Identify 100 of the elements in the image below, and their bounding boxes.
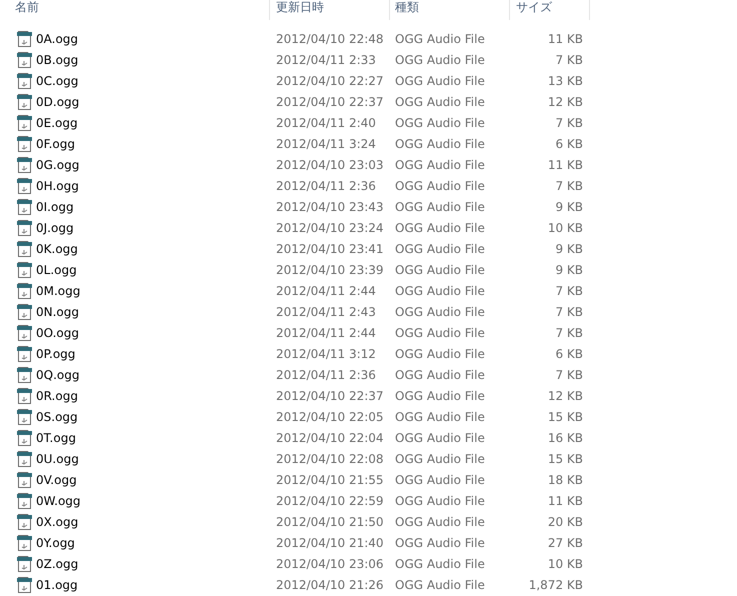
audio-file-icon	[16, 218, 33, 236]
modified-date: 2012/04/11 2:44	[275, 326, 377, 340]
modified-date: 2012/04/10 21:40	[275, 536, 385, 550]
file-name[interactable]: 0X.ogg	[36, 514, 78, 528]
file-size: 7 KB	[554, 284, 583, 298]
audio-file-icon	[16, 428, 33, 446]
audio-file-icon	[16, 512, 33, 530]
column-header[interactable]: サイズ	[510, 0, 590, 20]
file-size: 7 KB	[554, 368, 583, 382]
file-size: 12 KB	[546, 388, 583, 402]
audio-file-icon	[16, 576, 33, 594]
file-type: OGG Audio File	[394, 410, 486, 424]
file-size: 11 KB	[546, 158, 583, 172]
modified-date: 2012/04/11 2:33	[275, 52, 377, 66]
file-type: OGG Audio File	[394, 284, 486, 298]
file-name[interactable]: 0O.ogg	[36, 326, 79, 340]
file-type: OGG Audio File	[394, 52, 486, 66]
audio-file-icon	[16, 114, 33, 132]
file-name[interactable]: 0J.ogg	[36, 220, 74, 234]
audio-file-icon	[16, 176, 33, 194]
modified-date: 2012/04/10 22:59	[275, 494, 385, 508]
file-name[interactable]: 0G.ogg	[36, 158, 80, 172]
audio-file-icon	[16, 492, 33, 510]
file-name[interactable]: 0U.ogg	[36, 452, 79, 466]
file-name[interactable]: 0K.ogg	[36, 242, 78, 256]
audio-file-icon	[16, 366, 33, 384]
file-size: 6 KB	[554, 136, 583, 150]
file-size: 12 KB	[546, 94, 583, 108]
modified-date: 2012/04/10 23:41	[275, 242, 385, 256]
file-size: 9 KB	[554, 262, 583, 276]
file-size: 18 KB	[546, 472, 583, 486]
file-size: 9 KB	[554, 200, 583, 214]
modified-date: 2012/04/11 2:40	[275, 116, 377, 130]
file-type: OGG Audio File	[394, 220, 486, 234]
file-name[interactable]: 0N.ogg	[36, 304, 80, 318]
file-size: 15 KB	[546, 452, 583, 466]
file-name[interactable]: 0E.ogg	[36, 116, 78, 130]
audio-file-icon	[16, 282, 33, 300]
file-size: 11 KB	[546, 32, 583, 46]
file-name[interactable]: 0Y.ogg	[36, 536, 75, 550]
column-header[interactable]: 種類	[390, 0, 510, 20]
file-name[interactable]: 0B.ogg	[36, 52, 78, 66]
audio-file-icon	[16, 72, 33, 90]
file-size: 6 KB	[554, 346, 583, 360]
modified-date: 2012/04/10 22:04	[275, 430, 385, 444]
audio-file-icon	[16, 534, 33, 552]
file-name[interactable]: 0I.ogg	[36, 200, 74, 214]
modified-date: 2012/04/10 23:24	[275, 220, 385, 234]
file-type: OGG Audio File	[394, 242, 486, 256]
file-size: 16 KB	[546, 430, 583, 444]
file-type: OGG Audio File	[394, 262, 486, 276]
file-size: 10 KB	[546, 556, 583, 570]
file-name[interactable]: 0V.ogg	[36, 472, 77, 486]
file-name[interactable]: 0A.ogg	[36, 32, 78, 46]
file-type: OGG Audio File	[394, 514, 486, 528]
file-size: 15 KB	[546, 410, 583, 424]
audio-file-icon	[16, 30, 33, 48]
file-type: OGG Audio File	[394, 158, 486, 172]
file-size: 1,872 KB	[528, 578, 583, 592]
file-name[interactable]: 0W.ogg	[36, 494, 81, 508]
file-name[interactable]: 0L.ogg	[36, 262, 77, 276]
file-type: OGG Audio File	[394, 430, 486, 444]
file-name[interactable]: 01.ogg	[36, 578, 78, 592]
file-type: OGG Audio File	[394, 346, 486, 360]
modified-date: 2012/04/10 23:06	[275, 556, 385, 570]
modified-date: 2012/04/10 21:55	[275, 472, 385, 486]
file-name[interactable]: 0D.ogg	[36, 94, 80, 108]
file-name[interactable]: 0H.ogg	[36, 178, 79, 192]
file-name[interactable]: 0P.ogg	[36, 346, 76, 360]
audio-file-icon	[16, 470, 33, 488]
file-type: OGG Audio File	[394, 32, 486, 46]
file-size: 9 KB	[554, 242, 583, 256]
column-header[interactable]: 名前	[0, 0, 270, 20]
audio-file-icon	[16, 134, 33, 152]
file-name[interactable]: 0C.ogg	[36, 74, 78, 88]
file-name[interactable]: 0S.ogg	[36, 410, 78, 424]
audio-file-icon	[16, 260, 33, 278]
file-type: OGG Audio File	[394, 368, 486, 382]
modified-date: 2012/04/10 22:48	[275, 32, 385, 46]
file-name[interactable]: 0F.ogg	[36, 136, 75, 150]
column-header[interactable]: 更新日時	[270, 0, 390, 20]
audio-file-icon	[16, 156, 33, 174]
modified-date: 2012/04/10 22:08	[275, 452, 385, 466]
file-name[interactable]: 0R.ogg	[36, 388, 78, 402]
file-type: OGG Audio File	[394, 326, 486, 340]
file-name[interactable]: 0Z.ogg	[36, 556, 78, 570]
file-type: OGG Audio File	[394, 94, 486, 108]
file-name[interactable]: 0M.ogg	[36, 284, 80, 298]
modified-date: 2012/04/10 23:43	[275, 200, 385, 214]
file-type: OGG Audio File	[394, 116, 486, 130]
file-type: OGG Audio File	[394, 200, 486, 214]
file-size: 20 KB	[546, 514, 583, 528]
file-name[interactable]: 0Q.ogg	[36, 368, 80, 382]
file-type: OGG Audio File	[394, 74, 486, 88]
modified-date: 2012/04/11 2:36	[275, 368, 377, 382]
file-name[interactable]: 0T.ogg	[36, 430, 76, 444]
file-type: OGG Audio File	[394, 472, 486, 486]
modified-date: 2012/04/10 22:37	[275, 94, 385, 108]
file-type: OGG Audio File	[394, 494, 486, 508]
file-type: OGG Audio File	[394, 578, 486, 592]
